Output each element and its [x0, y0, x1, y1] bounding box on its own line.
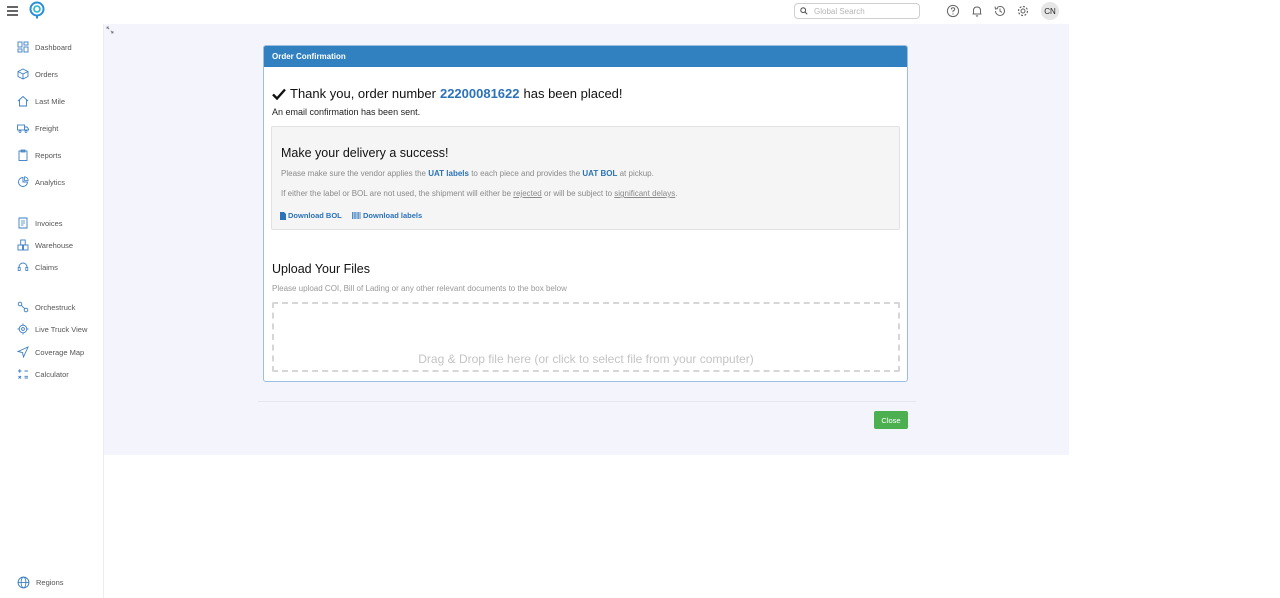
sidebar-item-calculator[interactable]: Calculator	[17, 367, 69, 381]
uat-labels-highlight: UAT labels	[428, 169, 469, 178]
sidebar-item-orders[interactable]: Orders	[17, 67, 58, 81]
search-input[interactable]	[814, 6, 914, 16]
close-button[interactable]: Close	[874, 411, 908, 429]
brand-logo[interactable]	[28, 1, 46, 19]
email-confirmation-note: An email confirmation has been sent.	[272, 107, 421, 117]
order-confirmation-panel: Order Confirmation Thank you, order numb…	[263, 45, 908, 382]
invoice-icon	[18, 217, 28, 229]
global-search[interactable]	[794, 3, 920, 19]
notice-text: Please make sure the vendor applies the	[281, 169, 426, 178]
expand-icon[interactable]	[106, 26, 114, 34]
headset-icon	[17, 262, 29, 271]
sidebar-item-label: Last Mile	[35, 96, 66, 106]
sidebar-item-last-mile[interactable]: Last Mile	[17, 94, 65, 108]
sidebar-item-label: Dashboard	[35, 42, 72, 52]
bell-icon[interactable]	[970, 4, 984, 18]
sidebar: Dashboard Orders Last Mile Freight Repor…	[0, 24, 104, 598]
file-icon	[280, 211, 286, 220]
sidebar-item-orchestruck[interactable]: Orchestruck	[17, 300, 75, 314]
rejected-text: rejected	[513, 189, 542, 198]
panel-header: Order Confirmation	[264, 46, 907, 67]
avatar[interactable]: CN	[1041, 2, 1059, 20]
footer-divider	[258, 401, 916, 402]
pie-chart-icon	[18, 176, 29, 187]
sidebar-item-label: Invoices	[35, 218, 63, 228]
notice-line-warning: If either the label or BOL are not used,…	[281, 189, 677, 198]
sidebar-item-invoices[interactable]: Invoices	[17, 216, 63, 230]
panel-title: Order Confirmation	[272, 52, 346, 61]
download-bol-label: Download BOL	[288, 211, 342, 220]
notice-text: .	[675, 189, 678, 198]
dashboard-icon	[17, 41, 29, 53]
notice-text: to each piece and provides the	[471, 169, 581, 178]
target-icon	[17, 323, 29, 335]
sidebar-item-warehouse[interactable]: Warehouse	[17, 238, 73, 252]
sidebar-item-dashboard[interactable]: Dashboard	[17, 40, 72, 54]
sidebar-item-label: Orders	[35, 69, 58, 79]
check-icon	[272, 88, 286, 100]
barcode-icon	[352, 212, 361, 219]
notice-title: Make your delivery a success!	[281, 146, 449, 160]
sidebar-item-reports[interactable]: Reports	[17, 148, 61, 162]
box-icon	[17, 68, 29, 80]
sidebar-item-claims[interactable]: Claims	[17, 260, 58, 274]
thank-you-message: Thank you, order number 22200081622 has …	[272, 86, 623, 101]
calculator-icon	[18, 369, 28, 379]
sidebar-item-label: Freight	[35, 123, 59, 133]
upload-title: Upload Your Files	[272, 262, 370, 276]
sidebar-item-label: Calculator	[35, 369, 69, 379]
delays-text: significant delays	[614, 189, 676, 198]
delivery-notice-box: Make your delivery a success! Please mak…	[271, 126, 900, 230]
sidebar-item-label: Reports	[35, 150, 62, 160]
clipboard-icon	[18, 149, 28, 161]
gear-icon[interactable]	[1016, 4, 1030, 18]
dropzone-text: Drag & Drop file here (or click to selec…	[418, 352, 754, 366]
order-number[interactable]: 22200081622	[440, 86, 520, 101]
notice-text: If either the label or BOL are not used,…	[281, 189, 512, 198]
uat-bol-highlight: UAT BOL	[582, 169, 618, 178]
sidebar-item-label: Claims	[35, 262, 58, 272]
sidebar-item-label: Live Truck View	[35, 324, 88, 334]
sidebar-item-freight[interactable]: Freight	[17, 121, 58, 135]
file-dropzone[interactable]: Drag & Drop file here (or click to selec…	[272, 302, 900, 372]
top-bar: CN	[0, 0, 1069, 24]
truck-icon	[17, 124, 29, 133]
sidebar-item-label: Analytics	[35, 177, 66, 187]
main-content: Order Confirmation Thank you, order numb…	[104, 24, 1069, 455]
sidebar-item-live-truck-view[interactable]: Live Truck View	[17, 322, 87, 336]
sidebar-item-label: Orchestruck	[35, 302, 76, 312]
sidebar-item-label: Warehouse	[35, 240, 74, 250]
sidebar-item-regions[interactable]: Regions	[17, 575, 64, 589]
nodes-icon	[17, 301, 29, 313]
menu-icon[interactable]	[7, 6, 18, 16]
sidebar-item-label: Regions	[36, 577, 64, 587]
sidebar-item-label: Coverage Map	[35, 347, 85, 357]
notice-line-labels: Please make sure the vendor applies the …	[281, 169, 654, 178]
warehouse-icon	[17, 239, 29, 251]
help-icon[interactable]	[946, 4, 960, 18]
download-bol-link[interactable]: Download BOL	[280, 211, 342, 220]
upload-subtitle: Please upload COI, Bill of Lading or any…	[272, 284, 567, 293]
download-labels-link[interactable]: Download labels	[352, 211, 422, 220]
navigation-icon	[17, 346, 29, 358]
history-icon[interactable]	[993, 4, 1007, 18]
notice-text: at pickup.	[619, 169, 654, 178]
notice-text: or will be subject to	[544, 189, 613, 198]
house-icon	[17, 95, 29, 107]
globe-icon	[17, 576, 30, 588]
thanks-prefix: Thank you, order number	[290, 86, 436, 101]
download-labels-label: Download labels	[363, 211, 423, 220]
sidebar-item-coverage-map[interactable]: Coverage Map	[17, 345, 84, 359]
sidebar-item-analytics[interactable]: Analytics	[17, 175, 65, 189]
thanks-suffix: has been placed!	[523, 86, 623, 101]
search-icon	[800, 7, 808, 15]
